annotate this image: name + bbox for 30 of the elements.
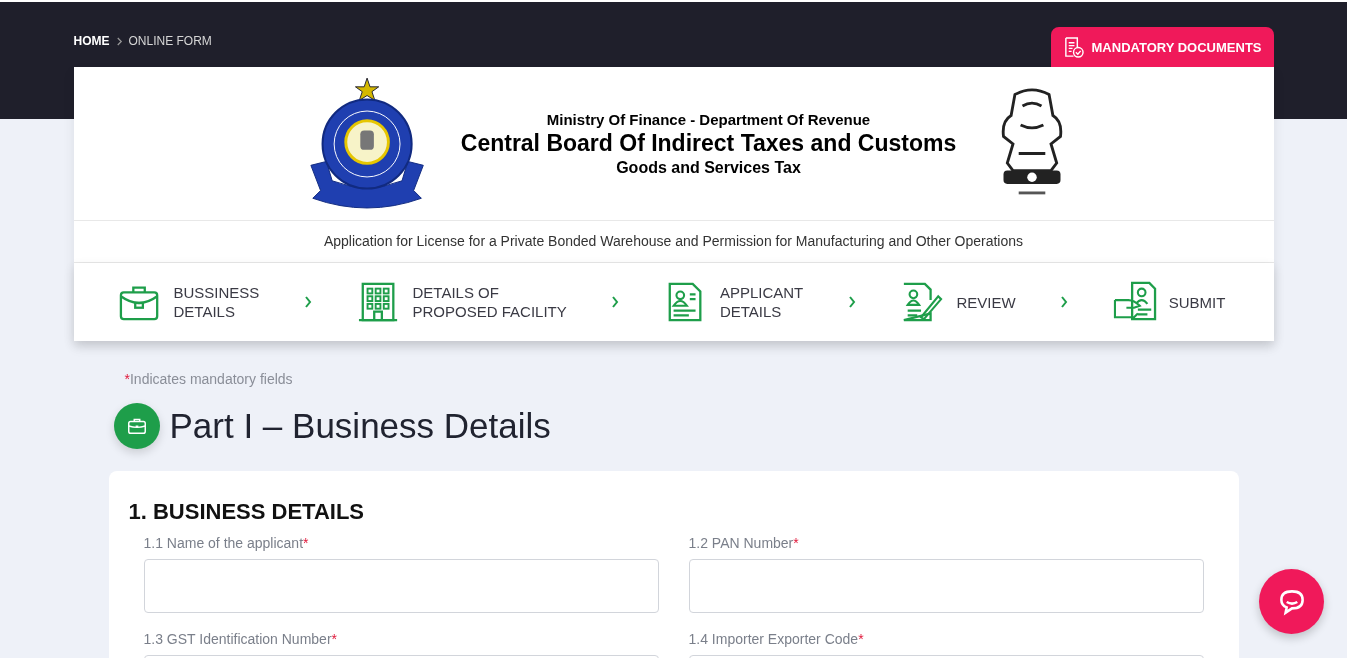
department-text: Goods and Services Tax	[615, 158, 802, 177]
field-label: 1.3 GST Identification Number*	[143, 631, 338, 647]
board-title: Central Board Of Indirect Taxes and Customs	[460, 129, 957, 157]
application-title: Application for License for a Private Bonded Warehouse and Permission for Manufacturing and Other Operations	[73, 221, 1274, 263]
step-tab[interactable]: DETAILS OF PROPOSED FACILITY	[356, 281, 567, 323]
chat-button[interactable]	[1259, 569, 1324, 634]
mandatory-documents-button[interactable]: MANDATORY DOCUMENTS	[1050, 27, 1274, 67]
step-tab[interactable]: BUSSINESS DETAILS	[117, 281, 260, 323]
chevron-icon	[611, 296, 620, 308]
chevron-icon	[303, 296, 312, 308]
step-tab[interactable]: APPLICANT DETAILS	[663, 281, 804, 323]
chevron-icon	[115, 36, 123, 46]
input-field[interactable]	[688, 559, 1204, 613]
ministry-text: Ministry Of Finance - Department Of Revenue	[545, 110, 872, 128]
document-check-icon	[1062, 35, 1084, 59]
chevron-icon	[1060, 296, 1069, 308]
mandatory-note: *Indicates mandatory fields	[123, 371, 294, 387]
field-label: 1.4 Importer Exporter Code*	[688, 631, 865, 647]
field-label: 1.2 PAN Number*	[688, 535, 800, 551]
part-title: Part I – Business Details	[169, 406, 551, 446]
input-field[interactable]	[143, 559, 659, 613]
hand-document-icon	[1112, 281, 1157, 323]
chevron-icon	[847, 296, 856, 308]
briefcase-icon	[113, 403, 160, 449]
step-tab[interactable]: SUBMIT	[1112, 281, 1226, 323]
step-tab[interactable]: REVIEW	[900, 281, 1016, 323]
section-title: 1. BUSINESS DETAILS	[128, 499, 366, 525]
breadcrumb-link[interactable]: ONLINE FORM	[128, 34, 212, 48]
field-label: 1.1 Name of the applicant*	[143, 535, 310, 551]
breadcrumb-link[interactable]: HOME	[73, 34, 110, 48]
